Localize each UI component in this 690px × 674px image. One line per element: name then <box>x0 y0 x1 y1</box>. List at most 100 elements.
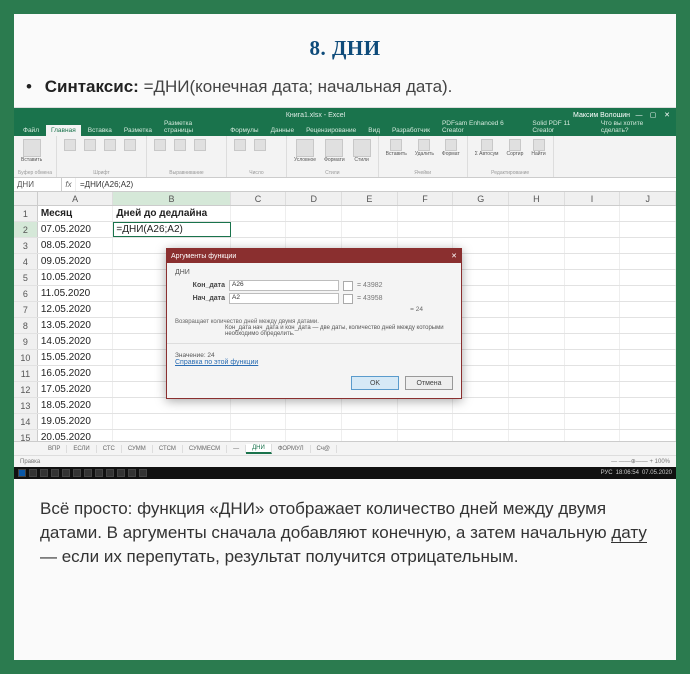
cell[interactable] <box>342 222 398 237</box>
cell[interactable] <box>565 350 621 365</box>
dialog-cancel-button[interactable]: Отмена <box>405 376 453 390</box>
cell[interactable] <box>565 366 621 381</box>
cell[interactable] <box>565 398 621 413</box>
cell[interactable]: 10.05.2020 <box>38 270 114 285</box>
cell[interactable] <box>565 382 621 397</box>
cell[interactable]: 14.05.2020 <box>38 334 114 349</box>
cell[interactable] <box>453 414 509 429</box>
sheet-tab[interactable]: ФОРМУЛ <box>272 445 311 453</box>
cell[interactable] <box>398 206 454 221</box>
row-header[interactable]: 7 <box>14 302 38 317</box>
cell[interactable] <box>565 270 621 285</box>
taskbar-icon[interactable] <box>29 469 37 477</box>
cell[interactable] <box>398 414 454 429</box>
taskbar-icon[interactable] <box>84 469 92 477</box>
tab-file[interactable]: Файл <box>18 125 44 136</box>
cell[interactable]: Дней до дедлайна <box>113 206 230 221</box>
col-F[interactable]: F <box>398 192 454 205</box>
cell-styles-button[interactable]: Стили <box>350 138 374 165</box>
formula-input[interactable]: =ДНИ(A26;A2) <box>76 178 676 191</box>
paste-button[interactable]: Вставить <box>18 138 45 165</box>
arg2-input[interactable]: A2 <box>229 293 339 304</box>
cell[interactable] <box>509 270 565 285</box>
tab-review[interactable]: Рецензирование <box>301 125 361 136</box>
cell[interactable] <box>509 238 565 253</box>
align-button[interactable] <box>151 138 169 152</box>
cell[interactable] <box>509 318 565 333</box>
wrap-button[interactable] <box>171 138 189 152</box>
taskbar-icon[interactable] <box>73 469 81 477</box>
percent-button[interactable] <box>251 138 269 152</box>
cond-format-button[interactable]: Условное <box>291 138 319 165</box>
cell[interactable] <box>231 222 287 237</box>
cell[interactable]: 09.05.2020 <box>38 254 114 269</box>
table-format-button[interactable]: Формати <box>321 138 348 165</box>
cell[interactable] <box>342 414 398 429</box>
cell[interactable]: 19.05.2020 <box>38 414 114 429</box>
cell[interactable] <box>565 318 621 333</box>
cell[interactable] <box>453 222 509 237</box>
row-header[interactable]: 4 <box>14 254 38 269</box>
cell[interactable] <box>620 318 676 333</box>
sheet-tab[interactable]: Сч@ <box>311 445 337 453</box>
taskbar-icon[interactable] <box>40 469 48 477</box>
cell[interactable] <box>565 334 621 349</box>
cell[interactable] <box>398 398 454 413</box>
col-B[interactable]: B <box>113 192 230 205</box>
taskbar-icon[interactable] <box>128 469 136 477</box>
cell[interactable] <box>620 238 676 253</box>
cell[interactable] <box>620 334 676 349</box>
col-D[interactable]: D <box>286 192 342 205</box>
row-header[interactable]: 5 <box>14 270 38 285</box>
insert-cells-button[interactable]: Вставить <box>383 138 410 159</box>
dialog-ok-button[interactable]: OK <box>351 376 399 390</box>
tab-solidpdf[interactable]: Solid PDF 11 Creator <box>527 118 593 136</box>
col-E[interactable]: E <box>342 192 398 205</box>
sheet-tab[interactable]: СТС <box>97 445 122 453</box>
row-header[interactable]: 6 <box>14 286 38 301</box>
tab-data[interactable]: Данные <box>266 125 299 136</box>
col-I[interactable]: I <box>565 192 621 205</box>
cell[interactable]: 16.05.2020 <box>38 366 114 381</box>
taskbar-icon[interactable] <box>106 469 114 477</box>
cell[interactable]: 17.05.2020 <box>38 382 114 397</box>
cell[interactable] <box>286 206 342 221</box>
cell[interactable] <box>113 414 230 429</box>
col-G[interactable]: G <box>453 192 509 205</box>
cell[interactable] <box>565 206 621 221</box>
row-header[interactable]: 12 <box>14 382 38 397</box>
taskbar-icon[interactable] <box>95 469 103 477</box>
cell[interactable] <box>620 254 676 269</box>
cell[interactable] <box>509 382 565 397</box>
select-all-corner[interactable] <box>14 192 38 205</box>
arg1-input[interactable]: A26 <box>229 280 339 291</box>
cell[interactable] <box>286 222 342 237</box>
cell[interactable] <box>620 382 676 397</box>
cell[interactable] <box>565 222 621 237</box>
cell[interactable] <box>231 206 287 221</box>
cell[interactable] <box>509 350 565 365</box>
cell[interactable] <box>620 302 676 317</box>
cell[interactable] <box>286 398 342 413</box>
row-header[interactable]: 14 <box>14 414 38 429</box>
taskbar-icon[interactable] <box>51 469 59 477</box>
tab-tellme[interactable]: Что вы хотите сделать? <box>596 118 672 136</box>
cell[interactable] <box>342 398 398 413</box>
dialog-close-icon[interactable]: ✕ <box>451 252 457 260</box>
tab-formulas[interactable]: Формулы <box>225 125 263 136</box>
sheet-tab[interactable]: ВПР <box>42 445 67 453</box>
cell[interactable] <box>509 302 565 317</box>
taskbar-icon[interactable] <box>139 469 147 477</box>
col-C[interactable]: C <box>231 192 287 205</box>
sheet-tab[interactable]: ЕСЛИ <box>67 445 96 453</box>
row-header[interactable]: 13 <box>14 398 38 413</box>
cell[interactable] <box>342 206 398 221</box>
cell[interactable] <box>509 398 565 413</box>
cell[interactable] <box>231 398 287 413</box>
cell[interactable] <box>453 398 509 413</box>
cell[interactable] <box>509 334 565 349</box>
cell[interactable]: 11.05.2020 <box>38 286 114 301</box>
row-header[interactable]: 3 <box>14 238 38 253</box>
col-J[interactable]: J <box>620 192 676 205</box>
tab-pagelayout[interactable]: Разметка страницы <box>159 118 223 136</box>
